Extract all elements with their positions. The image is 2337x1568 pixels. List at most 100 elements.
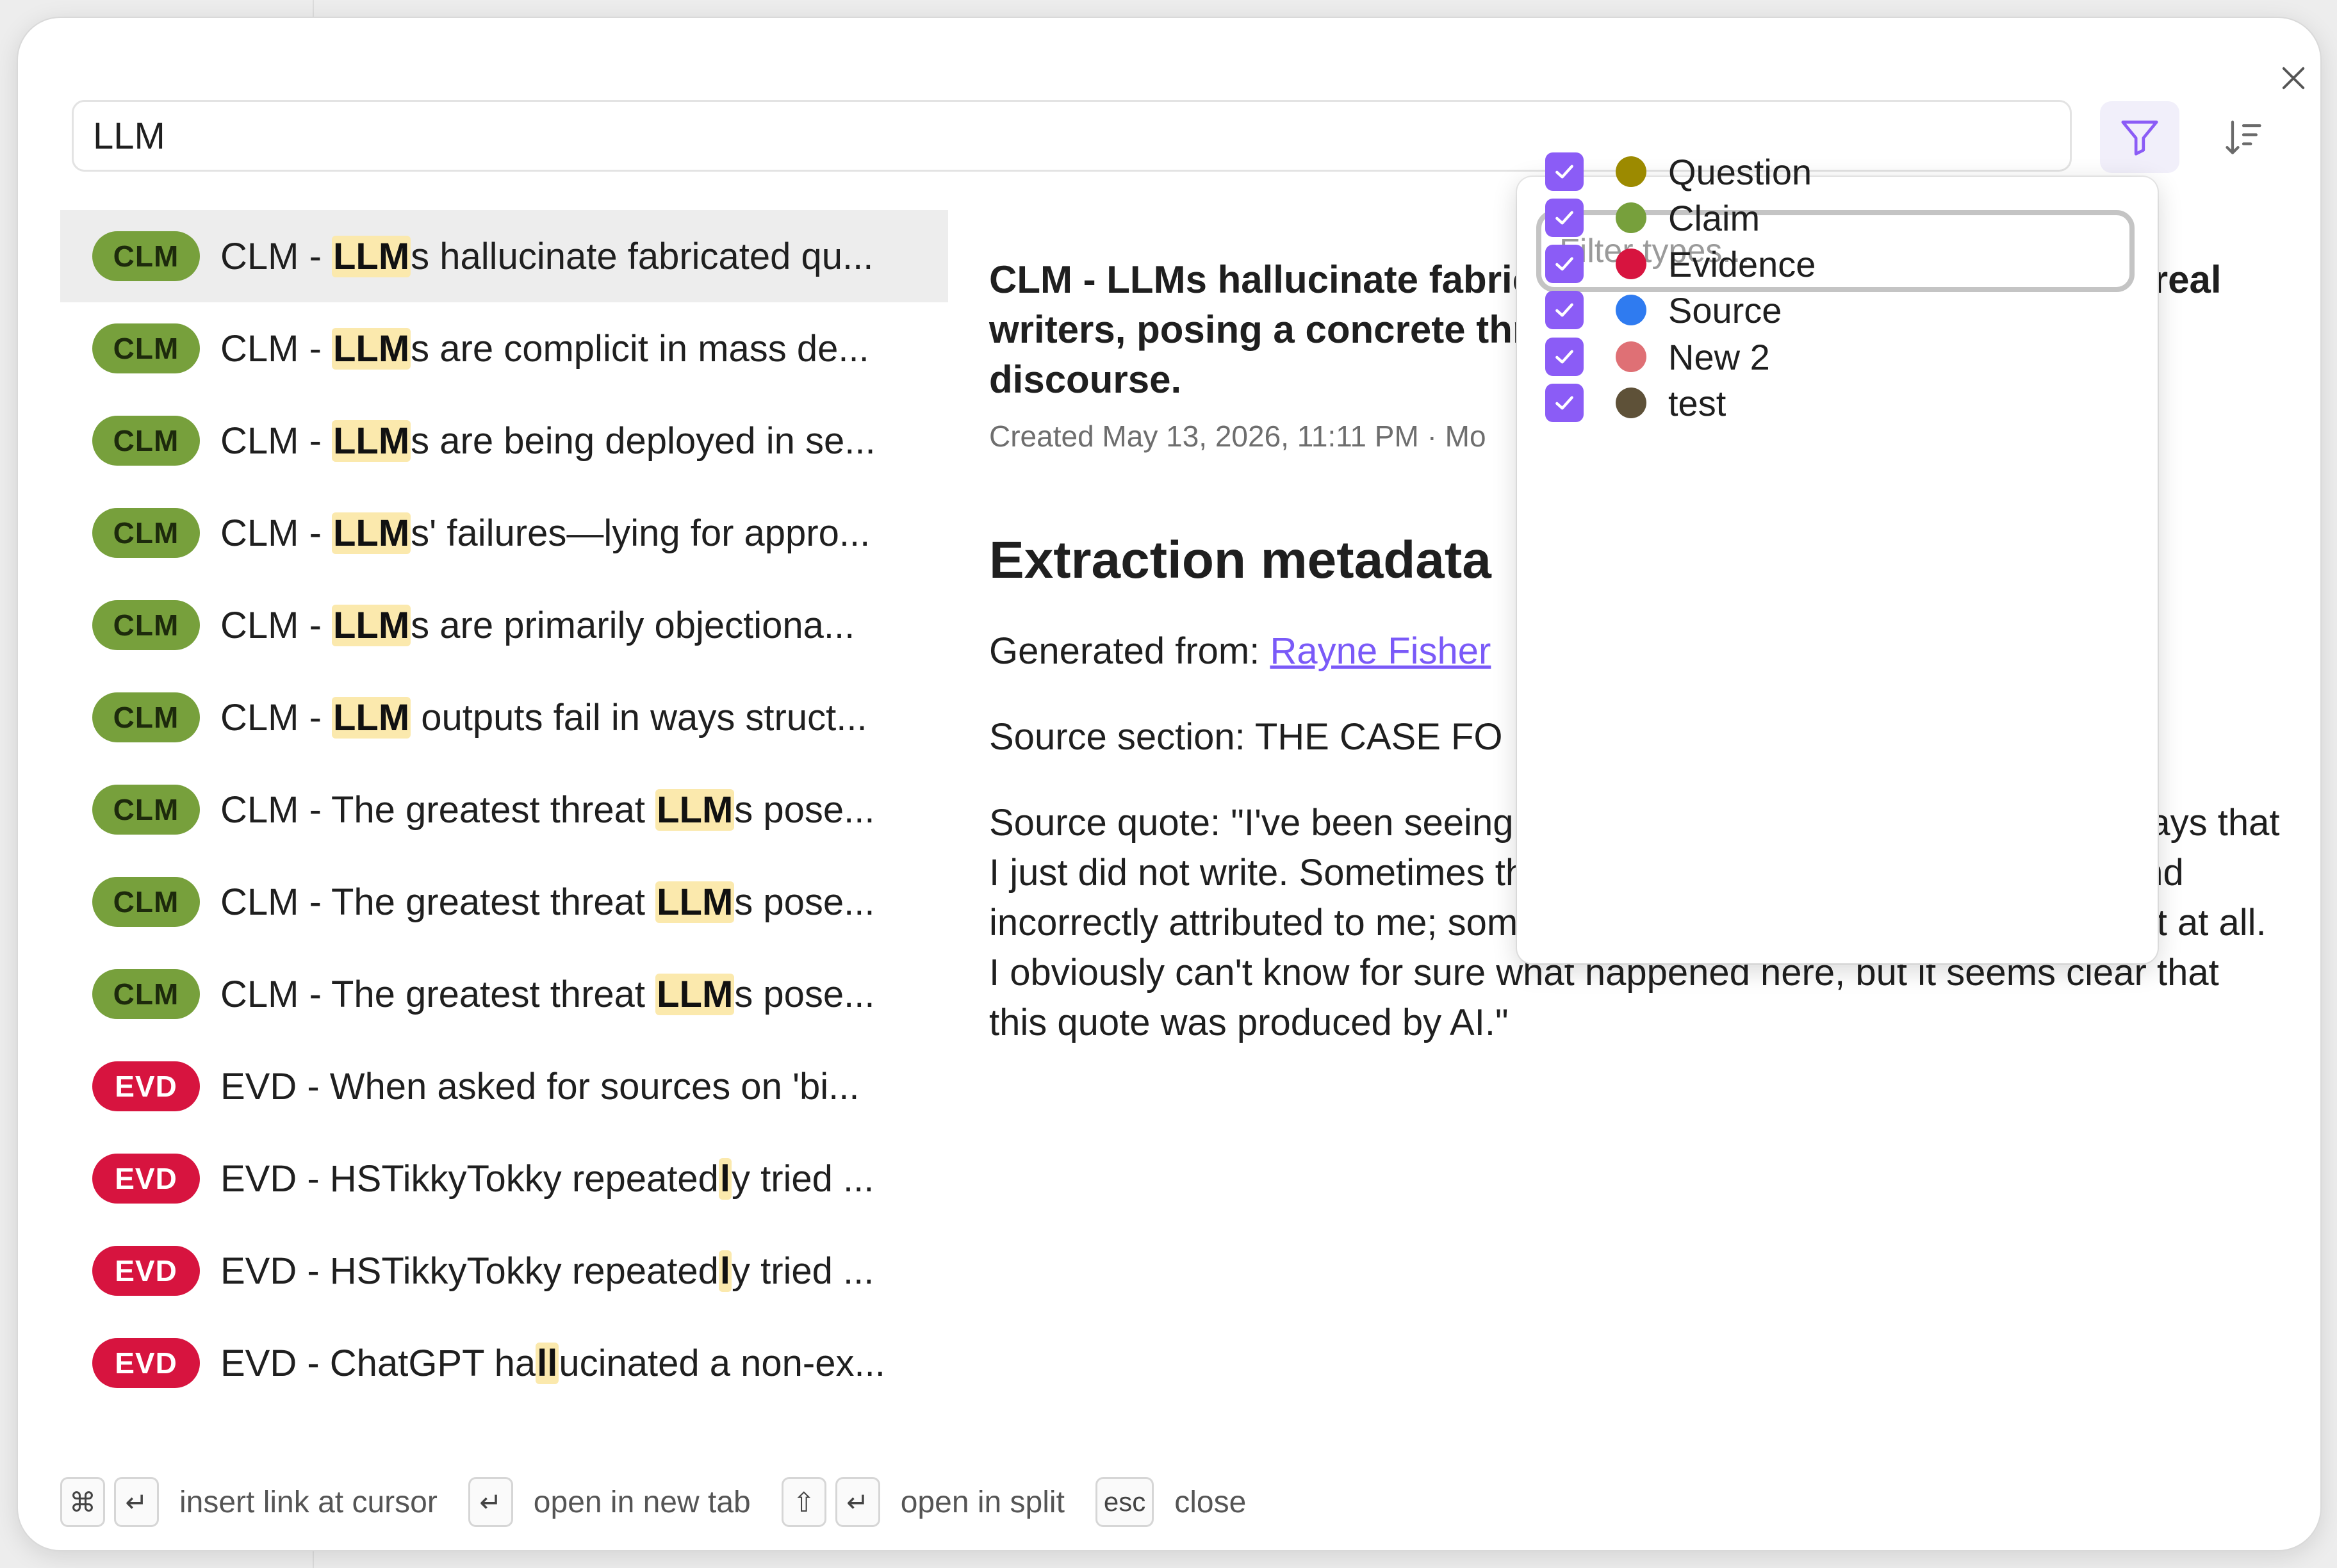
type-label: Question: [1668, 151, 1812, 192]
type-color-dot: [1616, 341, 1646, 372]
result-title-text: CLM -: [220, 235, 332, 277]
enter-key: ↵: [468, 1477, 513, 1527]
result-title: CLM - LLMs are being deployed in se...: [220, 420, 876, 462]
type-label: New 2: [1668, 336, 1770, 377]
filter-icon: [2121, 120, 2158, 156]
type-label: test: [1668, 382, 1726, 423]
match-highlight: LLM: [332, 327, 411, 370]
result-item[interactable]: CLM CLM - LLMs' failures—lying for appro.…: [60, 487, 948, 579]
filter-button[interactable]: [2100, 101, 2179, 173]
result-item[interactable]: CLM CLM - LLMs are primarily objectiona..…: [60, 579, 948, 671]
quick-switcher-modal: LLM CLM CLM - LLMs hallucinate fabricated…: [18, 18, 2320, 1550]
type-badge: CLM: [92, 785, 200, 835]
result-title-text: s are being deployed in se...: [411, 420, 876, 462]
close-icon: [2282, 67, 2305, 90]
match-highlight: LLM: [332, 604, 411, 646]
match-highlight: ll: [536, 1342, 559, 1384]
result-title: CLM - The greatest threat LLMs pose...: [220, 788, 875, 831]
result-item[interactable]: EVD EVD - ChatGPT hallucinated a non-ex..…: [60, 1317, 948, 1409]
result-item[interactable]: EVD EVD - HSTikkyTokky repeatedly tried .…: [60, 1132, 948, 1225]
type-label: Source: [1668, 290, 1782, 331]
match-highlight: l: [718, 1250, 732, 1292]
result-title-text: s hallucinate fabricated qu...: [411, 235, 874, 277]
type-color-dot: [1616, 202, 1646, 233]
type-label: Evidence: [1668, 243, 1816, 284]
sort-icon: [2226, 120, 2261, 154]
result-title: CLM - LLMs hallucinate fabricated qu...: [220, 235, 873, 278]
result-title: EVD - HSTikkyTokky repeatedly tried ...: [220, 1157, 874, 1200]
type-color-dot: [1616, 156, 1646, 187]
type-checkbox[interactable]: [1545, 291, 1584, 329]
shift-key: ⇧: [781, 1477, 826, 1527]
result-item[interactable]: CLM CLM - LLMs are being deployed in se..…: [60, 395, 948, 487]
result-title-text: s pose...: [734, 973, 875, 1015]
result-title: CLM - The greatest threat LLMs pose...: [220, 973, 875, 1016]
check-icon: [1555, 303, 1573, 317]
type-checkbox[interactable]: [1545, 338, 1584, 376]
type-checkbox[interactable]: [1545, 384, 1584, 422]
result-title-text: outputs fail in ways struct...: [411, 696, 867, 739]
result-item[interactable]: CLM CLM - The greatest threat LLMs pose..…: [60, 948, 948, 1040]
result-item[interactable]: EVD EVD - When asked for sources on 'bi..…: [60, 1040, 948, 1132]
result-title-text: CLM -: [220, 604, 332, 646]
hint-new-tab: open in new tab: [533, 1485, 751, 1519]
enter-key: ↵: [114, 1477, 159, 1527]
enter-key: ↵: [835, 1477, 880, 1527]
check-icon: [1555, 396, 1573, 410]
match-highlight: LLM: [655, 973, 735, 1015]
result-title-text: CLM -: [220, 327, 332, 370]
type-badge: CLM: [92, 508, 200, 558]
hint-split: open in split: [900, 1485, 1065, 1519]
result-title-text: CLM -: [220, 420, 332, 462]
match-highlight: LLM: [332, 512, 411, 554]
type-badge: CLM: [92, 231, 200, 281]
type-checkbox[interactable]: [1545, 199, 1584, 237]
sort-button[interactable]: [2213, 108, 2274, 169]
type-checkbox[interactable]: [1545, 245, 1584, 283]
type-badge: CLM: [92, 600, 200, 650]
result-title-text: y tried ...: [732, 1157, 874, 1200]
check-icon: [1555, 165, 1573, 179]
result-title-text: s are complicit in mass de...: [411, 327, 869, 370]
result-item[interactable]: CLM CLM - The greatest threat LLMs pose..…: [60, 856, 948, 948]
check-icon: [1555, 350, 1573, 364]
hint-close: close: [1174, 1485, 1247, 1519]
type-badge: EVD: [92, 1061, 200, 1111]
result-item[interactable]: CLM CLM - The greatest threat LLMs pose..…: [60, 764, 948, 856]
type-option-test[interactable]: test: [1545, 372, 1726, 434]
result-title-text: CLM - The greatest threat: [220, 973, 656, 1015]
result-title: CLM - LLM outputs fail in ways struct...: [220, 696, 867, 739]
result-item[interactable]: EVD EVD - HSTikkyTokky repeatedly tried .…: [60, 1225, 948, 1317]
generated-from-label: Generated from:: [989, 630, 1270, 672]
result-title-text: EVD - ChatGPT ha: [220, 1342, 536, 1384]
match-highlight: l: [718, 1157, 732, 1200]
hint-insert-link: insert link at cursor: [179, 1485, 438, 1519]
result-title: EVD - When asked for sources on 'bi...: [220, 1065, 860, 1108]
type-badge: EVD: [92, 1246, 200, 1296]
result-title-text: s' failures—lying for appro...: [411, 512, 871, 554]
result-title: CLM - LLMs are primarily objectiona...: [220, 604, 855, 647]
check-icon: [1555, 211, 1573, 225]
type-badge: CLM: [92, 969, 200, 1019]
match-highlight: LLM: [655, 881, 735, 923]
result-title: CLM - LLMs' failures—lying for appro...: [220, 512, 870, 555]
results-list: CLM CLM - LLMs hallucinate fabricated qu.…: [60, 210, 948, 1427]
result-title-text: EVD - HSTikkyTokky repeated: [220, 1250, 719, 1292]
result-item[interactable]: CLM CLM - LLMs are complicit in mass de..…: [60, 302, 948, 395]
result-title-text: EVD - HSTikkyTokky repeated: [220, 1157, 719, 1200]
result-title-text: CLM - The greatest threat: [220, 788, 656, 831]
result-item[interactable]: CLM CLM - LLM outputs fail in ways struct…: [60, 671, 948, 764]
close-button[interactable]: [2268, 53, 2319, 104]
result-item[interactable]: CLM CLM - LLMs hallucinate fabricated qu.…: [60, 210, 948, 302]
result-title-text: s pose...: [734, 788, 875, 831]
match-highlight: LLM: [332, 696, 411, 739]
type-badge: EVD: [92, 1154, 200, 1204]
type-label: Claim: [1668, 197, 1760, 238]
type-checkbox[interactable]: [1545, 152, 1584, 191]
result-title-text: y tried ...: [732, 1250, 874, 1292]
type-badge: CLM: [92, 323, 200, 373]
result-title: CLM - LLMs are complicit in mass de...: [220, 327, 869, 370]
result-title-text: CLM -: [220, 696, 332, 739]
result-title: CLM - The greatest threat LLMs pose...: [220, 881, 875, 924]
generated-from-link[interactable]: Rayne Fisher: [1270, 630, 1491, 672]
